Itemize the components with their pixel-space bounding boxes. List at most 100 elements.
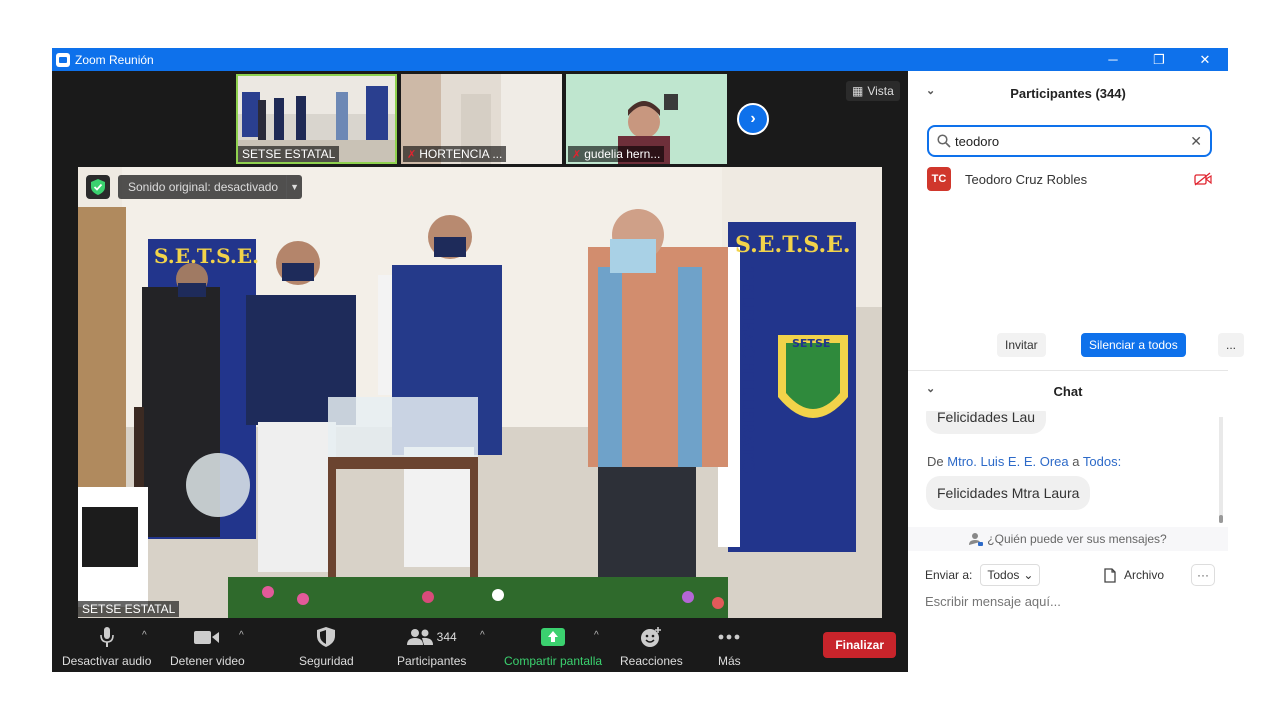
main-video[interactable]: S.E.T.S.E. S.E.T.S.E. TELEBACHILLERATO S… xyxy=(78,167,882,619)
main-video-name: SETSE ESTATAL xyxy=(78,601,180,617)
participant-search[interactable]: ✕ xyxy=(927,125,1212,157)
mute-all-button[interactable]: Silenciar a todos xyxy=(1081,333,1186,357)
reactions-button[interactable]: Reacciones xyxy=(620,626,683,668)
more-label: Más xyxy=(718,654,741,668)
clear-search-icon[interactable]: ✕ xyxy=(1190,133,1202,150)
original-sound-toggle[interactable]: Sonido original: desactivado ▼ xyxy=(118,175,303,199)
share-screen-button[interactable]: Compartir pantalla xyxy=(504,626,602,668)
video-options-chevron-icon[interactable]: ^ xyxy=(239,630,244,641)
participants-options-chevron-icon[interactable]: ^ xyxy=(480,630,485,641)
reactions-label: Reacciones xyxy=(620,654,683,668)
send-to-label: Enviar a: xyxy=(925,568,973,582)
more-dots-icon xyxy=(718,626,740,648)
person-lock-icon xyxy=(969,533,984,546)
window-controls: ─ ❐ ✕ xyxy=(1090,48,1228,71)
file-icon xyxy=(1104,567,1116,583)
thumbnail-name-text: gudelia hern... xyxy=(584,147,661,161)
chevron-down-icon[interactable]: ▼ xyxy=(286,175,302,199)
banner-right-text: S.E.T.S.E. xyxy=(735,232,851,258)
banner-seal-text: SETSE xyxy=(792,337,830,350)
zoom-window: Zoom Reunión ─ ❐ ✕ SETSE ESTATAL ✗ HORTE… xyxy=(52,48,1245,672)
banner-vertical-text: TELEBACHILLERATO xyxy=(737,267,757,474)
chat-scrollbar[interactable] xyxy=(1219,417,1223,523)
from-prefix: De xyxy=(927,454,944,469)
end-meeting-button[interactable]: Finalizar xyxy=(823,632,896,658)
close-button[interactable]: ✕ xyxy=(1182,48,1228,71)
chat-recipient[interactable]: Todos: xyxy=(1083,454,1121,469)
side-panel: ⌄ Participantes (344) ✕ TC Teodoro Cruz … xyxy=(908,71,1245,672)
participants-label: Participantes xyxy=(397,654,467,668)
send-to-dropdown[interactable]: Todos ⌄ xyxy=(980,564,1041,586)
thumbnail-name-text: HORTENCIA ... xyxy=(419,147,503,161)
security-label: Seguridad xyxy=(299,654,354,668)
security-button[interactable]: Seguridad xyxy=(299,626,354,668)
next-page-icon[interactable]: › xyxy=(737,103,769,135)
chat-message-sender-line: De Mtro. Luis E. E. Orea a Todos: xyxy=(927,454,1121,469)
reactions-smiley-icon xyxy=(640,626,662,648)
thumbnail-strip: SETSE ESTATAL ✗ HORTENCIA ... ✗ gudelia … xyxy=(236,74,727,164)
minimize-button[interactable]: ─ xyxy=(1090,48,1136,71)
more-button[interactable]: Más xyxy=(718,626,741,668)
chat-scrollbar-thumb[interactable] xyxy=(1219,515,1223,523)
share-options-chevron-icon[interactable]: ^ xyxy=(594,630,599,641)
share-screen-icon xyxy=(541,626,566,648)
participant-search-input[interactable] xyxy=(955,133,1191,149)
encryption-shield-icon[interactable] xyxy=(86,175,110,199)
to-word: a xyxy=(1072,454,1080,469)
thumbnail-video[interactable]: SETSE ESTATAL xyxy=(236,74,397,164)
send-to-row: Enviar a: Todos ⌄ Archivo ··· xyxy=(925,563,1215,587)
panel-divider xyxy=(908,370,1228,371)
chat-message-bubble: Felicidades Lau xyxy=(926,411,1047,434)
thumbnail-video[interactable]: ✗ gudelia hern... xyxy=(566,74,727,164)
avatar: TC xyxy=(927,167,951,191)
stop-video-label: Detener video xyxy=(170,654,245,668)
thumbnail-name: ✗ HORTENCIA ... xyxy=(403,146,507,162)
chat-panel-title: Chat xyxy=(1053,383,1083,399)
who-can-see-label: ¿Quién puede ver sus mensajes? xyxy=(987,532,1167,546)
muted-mic-icon: ✗ xyxy=(572,148,582,161)
security-shield-icon xyxy=(317,626,336,648)
shield-check-glyph xyxy=(91,179,105,195)
mute-audio-label: Desactivar audio xyxy=(62,654,152,668)
video-off-icon xyxy=(1194,172,1212,186)
search-icon xyxy=(937,134,951,148)
participant-name: Teodoro Cruz Robles xyxy=(965,171,1088,187)
file-button[interactable]: Archivo xyxy=(1104,567,1165,583)
participants-panel-header: ⌄ Participantes (344) xyxy=(908,75,1228,111)
banner-left-text: S.E.T.S.E. xyxy=(154,244,259,268)
audio-options-chevron-icon[interactable]: ^ xyxy=(142,630,147,641)
chat-more-button[interactable]: ··· xyxy=(1191,564,1215,586)
video-camera-icon xyxy=(194,626,220,648)
chat-message-input[interactable] xyxy=(925,594,1215,609)
chat-panel-header: ⌄ Chat xyxy=(908,373,1228,409)
meeting-area: SETSE ESTATAL ✗ HORTENCIA ... ✗ gudelia … xyxy=(52,71,908,672)
thumbnail-video[interactable]: ✗ HORTENCIA ... xyxy=(401,74,562,164)
meeting-toolbar: Desactivar audio ^ Detener video ^ Segur… xyxy=(52,618,908,672)
file-label: Archivo xyxy=(1124,568,1165,582)
invite-button[interactable]: Invitar xyxy=(997,333,1046,357)
chat-messages: Felicidades Lau De Mtro. Luis E. E. Orea… xyxy=(908,411,1218,526)
stop-video-button[interactable]: Detener video xyxy=(170,626,245,668)
view-button[interactable]: ▦ Vista xyxy=(846,81,900,101)
participants-count: 344 xyxy=(436,630,457,644)
mute-audio-button[interactable]: Desactivar audio xyxy=(62,626,151,668)
main-video-scene: S.E.T.S.E. S.E.T.S.E. TELEBACHILLERATO S… xyxy=(78,167,882,619)
who-can-see-link[interactable]: ¿Quién puede ver sus mensajes? xyxy=(908,527,1228,551)
participant-list-item[interactable]: TC Teodoro Cruz Robles xyxy=(927,167,1212,191)
collapse-chevron-icon[interactable]: ⌄ xyxy=(926,382,935,395)
thumbnail-name: SETSE ESTATAL xyxy=(238,146,340,162)
thumbnail-name: ✗ gudelia hern... xyxy=(568,146,665,162)
chat-sender[interactable]: Mtro. Luis E. E. Orea xyxy=(947,454,1068,469)
title-bar: Zoom Reunión ─ ❐ ✕ xyxy=(52,48,1228,71)
participants-button[interactable]: 344 Participantes xyxy=(397,626,466,668)
thumbnail-name-text: SETSE ESTATAL xyxy=(242,147,336,161)
participants-panel-title: Participantes (344) xyxy=(1010,85,1126,101)
share-screen-label: Compartir pantalla xyxy=(504,654,603,668)
restore-button[interactable]: ❐ xyxy=(1136,48,1182,71)
muted-mic-icon: ✗ xyxy=(407,148,417,161)
original-sound-label: Sonido original: desactivado xyxy=(128,180,279,194)
collapse-chevron-icon[interactable]: ⌄ xyxy=(926,84,935,97)
microphone-icon xyxy=(99,626,114,648)
participants-more-button[interactable]: ... xyxy=(1218,333,1245,357)
window-title: Zoom Reunión xyxy=(75,52,154,67)
